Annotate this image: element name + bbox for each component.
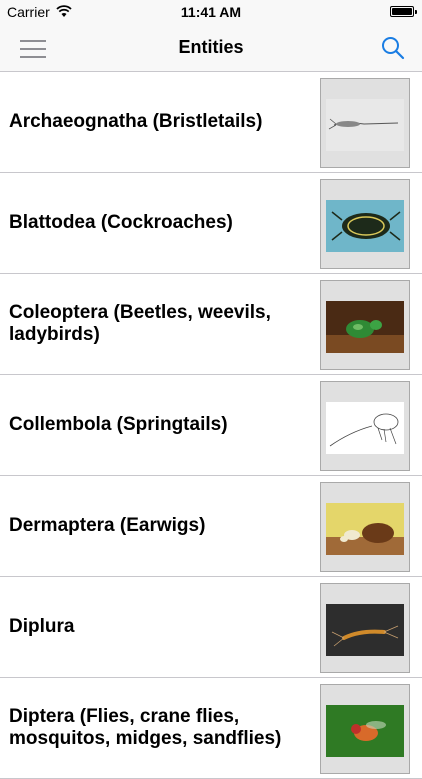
entity-name: Dermaptera (Earwigs) xyxy=(9,515,206,536)
cockroach-photo xyxy=(326,200,404,252)
list-item[interactable]: Diplura xyxy=(0,577,422,678)
beetle-photo xyxy=(326,301,404,353)
list-item[interactable]: Dermaptera (Earwigs) xyxy=(0,476,422,577)
search-icon[interactable] xyxy=(380,35,406,61)
status-time: 11:41 AM xyxy=(180,4,242,20)
entity-name: Coleoptera (Beetles, weevils, ladybirds) xyxy=(9,302,271,345)
entity-thumbnail xyxy=(320,78,410,168)
list-item[interactable]: Blattodea (Cockroaches) xyxy=(0,173,422,274)
navigation-bar: Entities xyxy=(0,24,422,72)
status-bar: Carrier 11:41 AM xyxy=(0,0,422,24)
list-item[interactable]: Coleoptera (Beetles, weevils, ladybirds) xyxy=(0,274,422,375)
earwig-photo xyxy=(326,503,404,555)
entity-thumbnail xyxy=(320,684,410,774)
battery-icon xyxy=(390,6,417,17)
fly-photo xyxy=(326,705,404,757)
bristletail-drawing xyxy=(326,99,404,151)
entity-thumbnail xyxy=(320,280,410,370)
entity-name: Diptera (Flies, crane flies, mosquitos, … xyxy=(9,706,282,749)
entity-thumbnail xyxy=(320,482,410,572)
entity-list: Archaeognatha (Bristletails) Blattodea (… xyxy=(0,72,422,779)
diplura-photo xyxy=(326,604,404,656)
entity-name: Blattodea (Cockroaches) xyxy=(9,212,233,233)
springtail-drawing xyxy=(326,402,404,454)
entity-name: Diplura xyxy=(9,616,75,637)
entity-name: Archaeognatha (Bristletails) xyxy=(9,111,263,132)
entity-name: Collembola (Springtails) xyxy=(9,414,228,435)
list-item[interactable]: Collembola (Springtails) xyxy=(0,375,422,476)
entity-thumbnail xyxy=(320,583,410,673)
list-item[interactable]: Diptera (Flies, crane flies, mosquitos, … xyxy=(0,678,422,779)
entity-thumbnail xyxy=(320,381,410,471)
page-title: Entities xyxy=(178,37,244,57)
list-item[interactable]: Archaeognatha (Bristletails) xyxy=(0,72,422,173)
entity-thumbnail xyxy=(320,179,410,269)
